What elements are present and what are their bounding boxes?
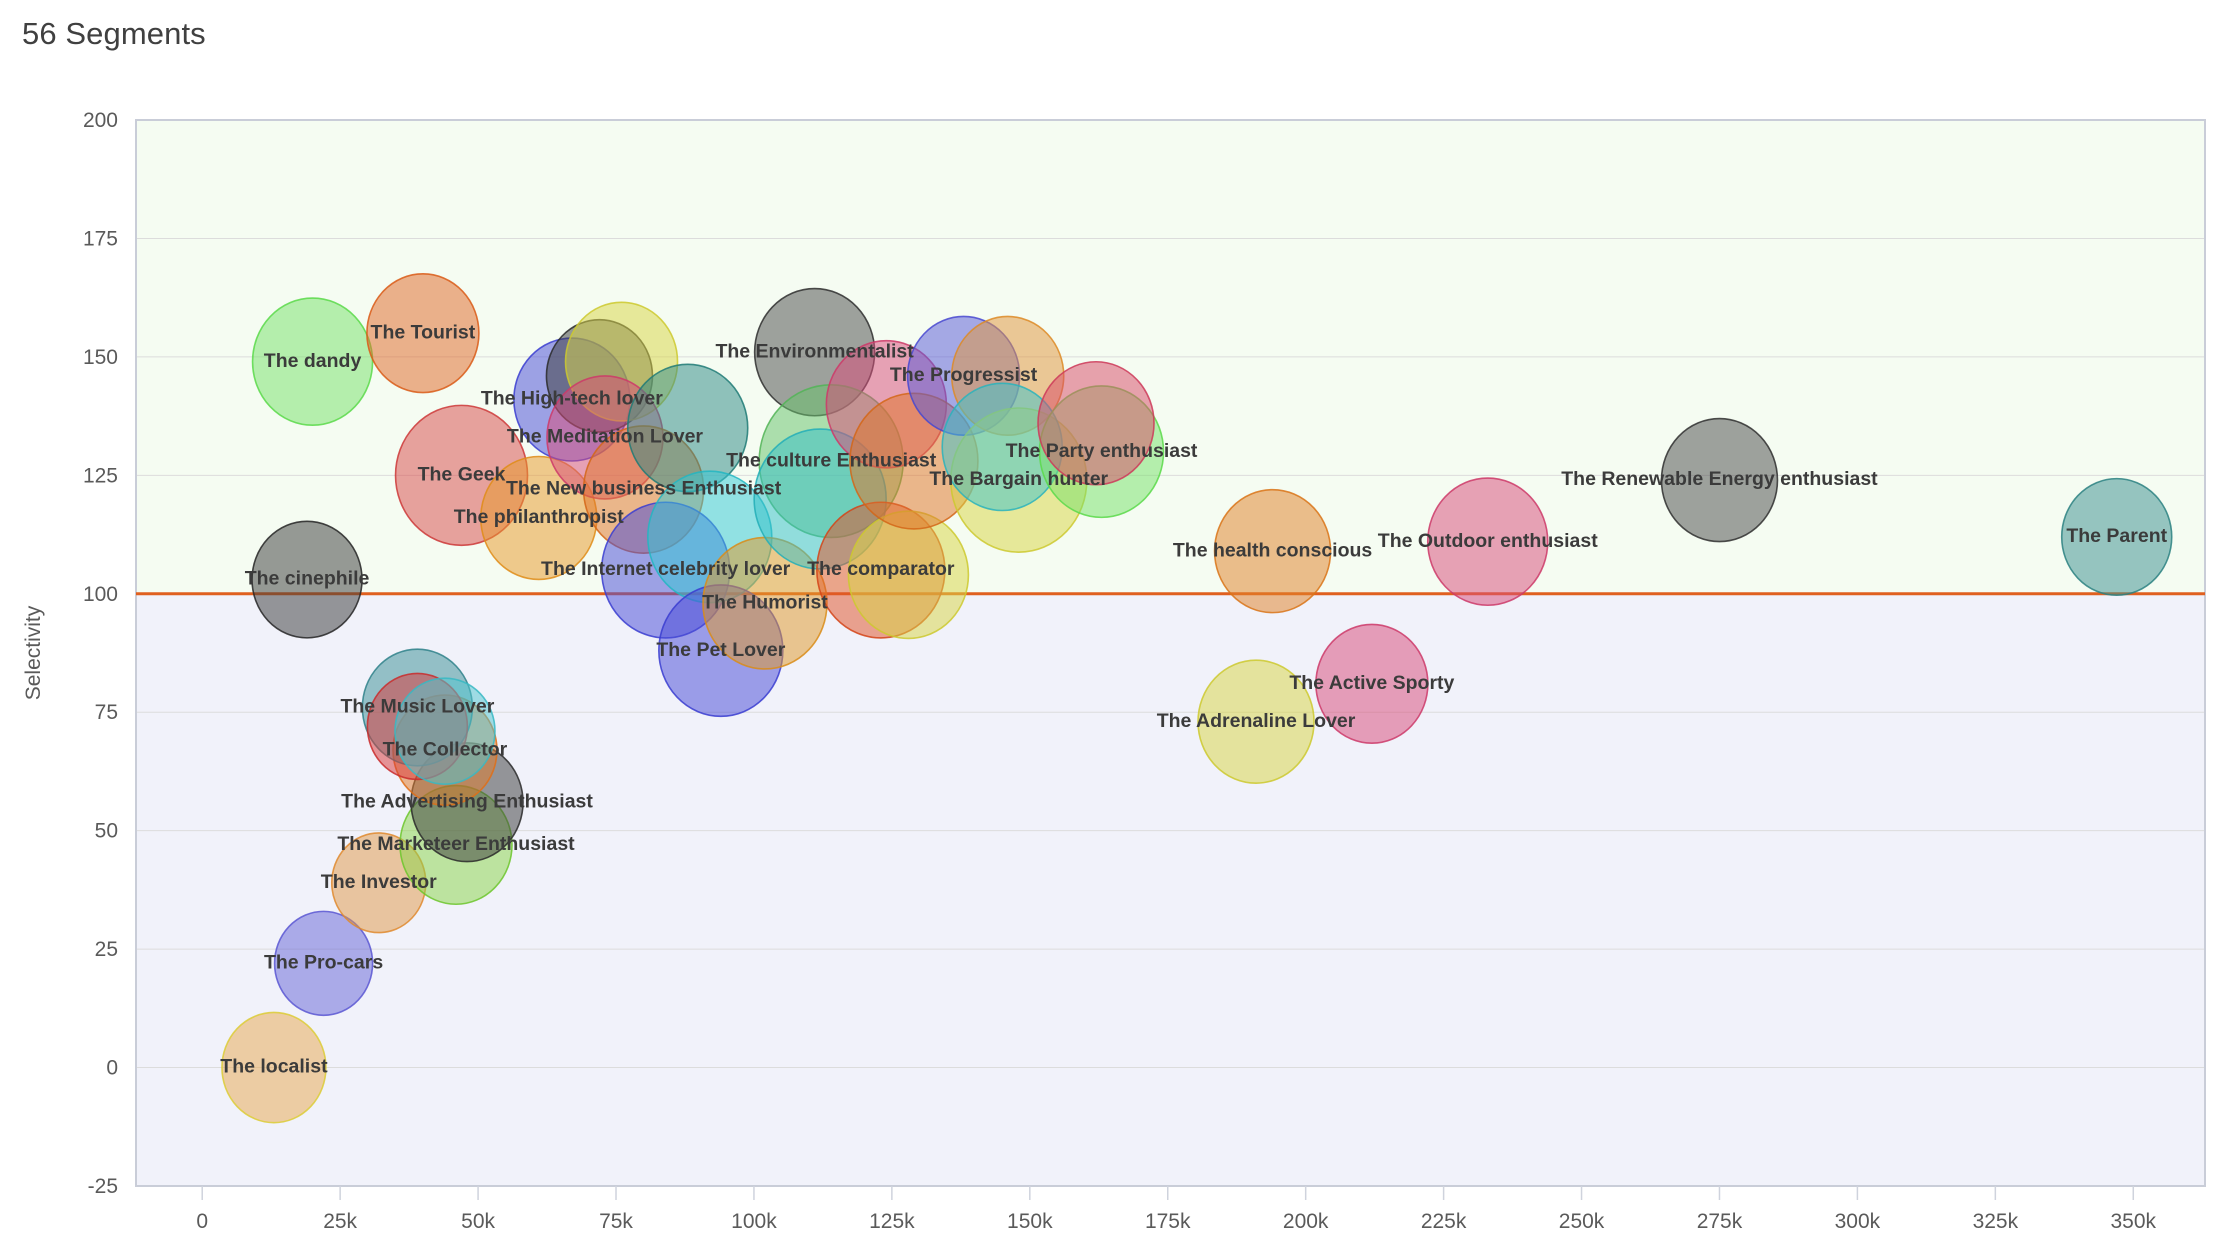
bubble-label: The Party enthusiast bbox=[1006, 440, 1198, 462]
x-tick-label: 150k bbox=[1007, 1210, 1053, 1233]
bubble-label: The Advertising Enthusiast bbox=[341, 790, 593, 812]
bubble-label: The Pet Lover bbox=[656, 639, 785, 661]
bubble-label: The Geek bbox=[418, 463, 506, 485]
bubble-label: The Pro-cars bbox=[264, 951, 383, 973]
bubble-label: The Renewable Energy enthusiast bbox=[1561, 468, 1878, 490]
y-axis: -25 0 25 50 75 100 125 150 175 200 bbox=[83, 109, 118, 1198]
bubble[interactable] bbox=[394, 677, 496, 785]
x-tick-label: 125k bbox=[869, 1210, 915, 1233]
y-tick-label: 0 bbox=[106, 1057, 118, 1080]
bubble-label: The Active Sporty bbox=[1289, 672, 1454, 694]
x-tick-label: 350k bbox=[2111, 1210, 2157, 1233]
y-tick-label: 125 bbox=[83, 464, 118, 487]
bubble-label: The High-tech lover bbox=[481, 388, 663, 410]
x-tick-label: 200k bbox=[1283, 1210, 1329, 1233]
x-tick-label: 75k bbox=[599, 1210, 633, 1233]
bubble-label: The Progressist bbox=[890, 364, 1038, 386]
bubble-label: The Bargain hunter bbox=[929, 468, 1108, 490]
bubble-label: The Environmentalist bbox=[715, 340, 914, 362]
x-tick-label: 0 bbox=[196, 1210, 208, 1233]
bubble-label: The health conscious bbox=[1173, 539, 1373, 561]
bubble-label: The Humorist bbox=[702, 591, 828, 613]
x-tick-label: 250k bbox=[1559, 1210, 1605, 1233]
bubble-label: The Collector bbox=[383, 738, 508, 760]
bubble-label: The Investor bbox=[321, 871, 437, 893]
y-tick-label: 150 bbox=[83, 346, 118, 369]
bubble-label: The Parent bbox=[2066, 525, 2167, 547]
y-tick-label: 25 bbox=[95, 938, 118, 961]
bubble-chart: The localist The Pro-cars The Investor The … bbox=[0, 0, 2230, 1234]
bubble-label: The Meditation Lover bbox=[507, 426, 704, 448]
bubble-label: The New business Enthusiast bbox=[506, 478, 782, 500]
bubble-label: The Internet celebrity lover bbox=[541, 558, 791, 580]
y-axis-title-label: Selectivity bbox=[22, 605, 45, 700]
bubble-label: The Outdoor enthusiast bbox=[1378, 530, 1598, 552]
x-tick-label: 175k bbox=[1145, 1210, 1191, 1233]
bubble[interactable] bbox=[1037, 360, 1155, 486]
x-tick-label: 325k bbox=[1973, 1210, 2019, 1233]
bubble-label: The cinephile bbox=[245, 568, 370, 590]
x-tick-label: 50k bbox=[461, 1210, 495, 1233]
y-tick-label: 200 bbox=[83, 109, 118, 132]
y-tick-label: 100 bbox=[83, 583, 118, 606]
y-tick-label: 75 bbox=[95, 701, 118, 724]
chart-canvas: The localist The Pro-cars The Investor The … bbox=[22, 109, 2206, 1233]
bubble-label: The culture Enthusiast bbox=[726, 449, 937, 471]
y-tick-label: -25 bbox=[88, 1175, 118, 1198]
x-tick-label: 275k bbox=[1697, 1210, 1743, 1233]
bubble-label: The dandy bbox=[264, 350, 362, 372]
chart-page: 56 Segments The localist The Pro-cars The … bbox=[0, 0, 2230, 1234]
x-tick-label: 300k bbox=[1835, 1210, 1881, 1233]
y-tick-label: 50 bbox=[95, 820, 118, 843]
bubble-label: The philanthropist bbox=[454, 506, 625, 528]
bubble-label: The Music Lover bbox=[340, 696, 494, 718]
y-axis-title: Selectivity bbox=[22, 605, 45, 700]
y-tick-label: 175 bbox=[83, 227, 118, 250]
x-tick-label: 25k bbox=[323, 1210, 357, 1233]
x-tick-label: 100k bbox=[731, 1210, 777, 1233]
bubble-label: The Tourist bbox=[371, 321, 476, 343]
x-axis: 0 25k 50k 75k 100k 125k 150k 175k 200k 225k 250k 27… bbox=[196, 1186, 2157, 1233]
x-tick-label: 225k bbox=[1421, 1210, 1467, 1233]
bubble-label: The Marketeer Enthusiast bbox=[337, 833, 575, 855]
bubble-label: The Adrenaline Lover bbox=[1157, 710, 1356, 732]
bubble-label: The comparator bbox=[807, 558, 955, 580]
bubble-label: The localist bbox=[220, 1056, 328, 1078]
